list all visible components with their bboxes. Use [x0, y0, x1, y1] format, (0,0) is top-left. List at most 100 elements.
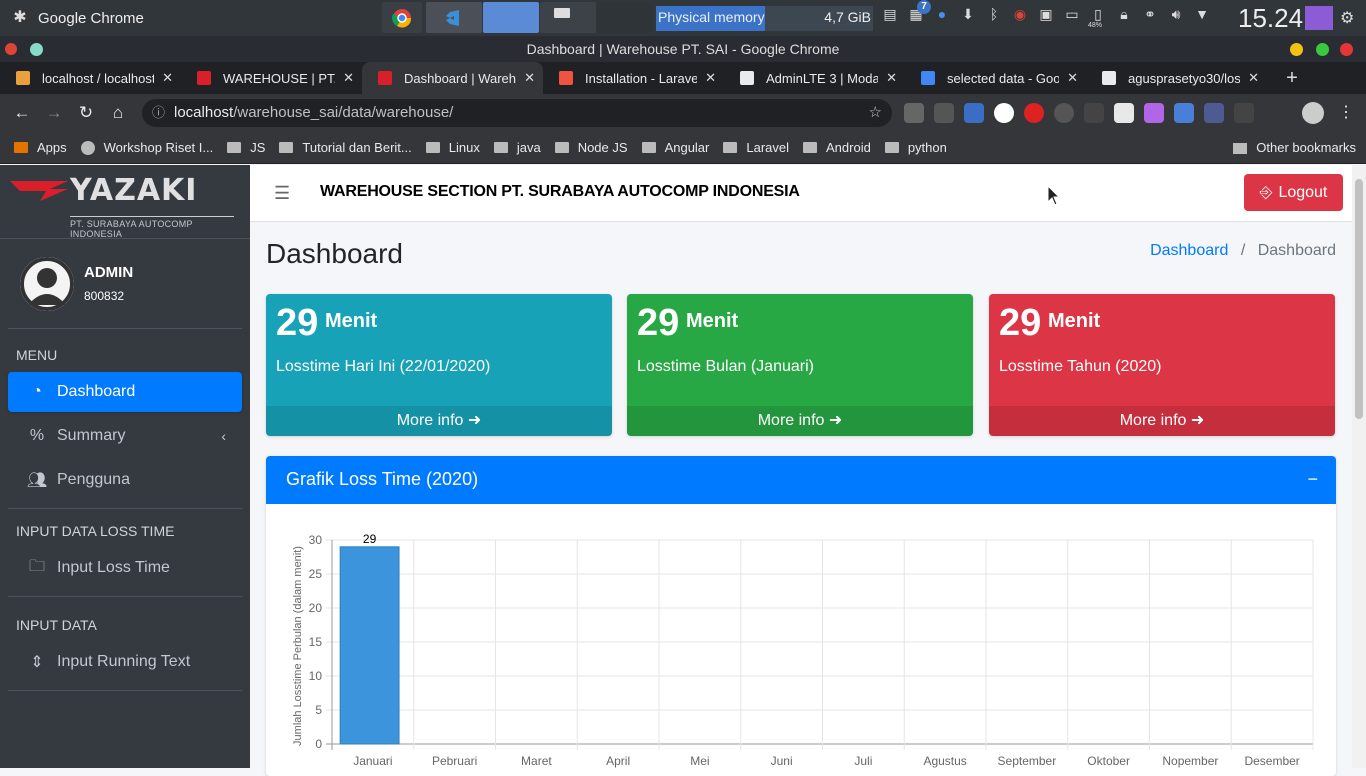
- link-icon[interactable]: ⚭: [1140, 4, 1160, 24]
- bookmark-folder[interactable]: Workshop Riset I...: [80, 140, 213, 155]
- clipboard-icon[interactable]: ▤: [880, 4, 900, 24]
- collapse-minus-icon[interactable]: −: [1307, 456, 1318, 502]
- bookmark-folder[interactable]: Linux: [425, 140, 480, 155]
- battery-icon[interactable]: ▯ 48%: [1088, 4, 1108, 29]
- reload-icon[interactable]: ↻: [70, 103, 102, 123]
- page-scrollbar[interactable]: [1352, 165, 1366, 768]
- sidebar-item-pengguna[interactable]: 👥︎ Pengguna: [8, 460, 242, 500]
- tab-close-icon[interactable]: ✕: [162, 70, 173, 86]
- display-icon[interactable]: ▭: [1062, 4, 1082, 24]
- address-bar[interactable]: ⓘ localhost/warehouse_sai/data/warehouse…: [142, 99, 892, 127]
- box-unit: Menit: [1048, 310, 1101, 332]
- chrome-tray-icon[interactable]: ◉: [1010, 4, 1030, 24]
- new-tab-button[interactable]: +: [1277, 62, 1307, 94]
- more-info-link[interactable]: More info ➜: [266, 406, 612, 436]
- arrows-extension-icon[interactable]: [1234, 103, 1254, 123]
- vscode-task-icon[interactable]: [426, 2, 482, 33]
- tab-close-icon[interactable]: ✕: [705, 70, 716, 86]
- notifications-icon[interactable]: ▦ 7: [906, 0, 931, 24]
- sidebar-item-label: Input Loss Time: [57, 559, 170, 576]
- formula-extension-icon[interactable]: [1084, 103, 1104, 123]
- browser-tab[interactable]: localhost / localhost ✕: [0, 62, 181, 94]
- json-extension-icon[interactable]: [994, 103, 1014, 123]
- forward-icon[interactable]: →: [38, 103, 70, 123]
- window-pin-button[interactable]: [30, 43, 43, 56]
- sidebar-item-dashboard[interactable]: ◔ Dashboard: [8, 372, 242, 412]
- chrome-menu-icon[interactable]: ⋮: [1338, 102, 1354, 122]
- window-title-bar: Dashboard | Warehouse PT. SAI - Google C…: [0, 36, 1366, 62]
- logout-label: Logout: [1278, 183, 1328, 201]
- browser-tab[interactable]: selected data - Google ✕: [905, 62, 1086, 94]
- profile-avatar[interactable]: [1302, 102, 1324, 124]
- system-tray: ▤ ▦ 7 ● ⬇ ᛒ ◉ ▣ ▭ ▯ 48% 🔒︎ ⚭ 🔊︎ ▼: [880, 0, 1212, 29]
- bookmark-folder[interactable]: Tutorial dan Berit...: [279, 140, 412, 155]
- bookmark-folder[interactable]: java: [493, 140, 541, 155]
- sidebar-item-input-running-text[interactable]: ⇕ Input Running Text: [8, 642, 242, 682]
- tab-close-icon[interactable]: ✕: [524, 70, 535, 86]
- bookmarks-bar: Apps Workshop Riset I... JS Tutorial dan Be…: [0, 132, 1366, 164]
- bluetooth-icon[interactable]: ᛒ: [984, 4, 1004, 24]
- volume-icon[interactable]: 🔊︎: [1166, 4, 1186, 24]
- tab-close-icon[interactable]: ✕: [1067, 70, 1078, 86]
- bookmark-folder[interactable]: Android: [803, 140, 871, 155]
- hamburger-menu-icon[interactable]: ☰: [274, 183, 290, 204]
- close-window-button[interactable]: [1340, 43, 1353, 56]
- bookmark-folder[interactable]: python: [884, 140, 947, 155]
- cc-extension-icon[interactable]: [1054, 103, 1074, 123]
- tab-close-icon[interactable]: ✕: [886, 70, 897, 86]
- colorpick-extension-icon[interactable]: [1144, 103, 1164, 123]
- back-icon[interactable]: ←: [6, 103, 38, 123]
- more-info-link[interactable]: More info ➜: [989, 406, 1335, 436]
- sidebar-item-input-loss-time[interactable]: 🗀︎ Input Loss Time: [8, 548, 242, 588]
- browser-tab[interactable]: Dashboard | Warehouse ✕: [362, 62, 543, 94]
- lock-icon[interactable]: 🔒︎: [1114, 4, 1134, 24]
- browser-tab[interactable]: WAREHOUSE | PT. SAI ✕: [181, 62, 362, 94]
- breadcrumb-link-dashboard[interactable]: Dashboard: [1150, 242, 1228, 259]
- desktop-pager-2[interactable]: [540, 2, 596, 33]
- adblock-extension-icon[interactable]: [1024, 103, 1044, 123]
- download-icon[interactable]: ⬇: [958, 4, 978, 24]
- browser-tab[interactable]: agusprasetyo30/loss ✕: [1086, 62, 1267, 94]
- show-desktop-button[interactable]: [1305, 6, 1333, 30]
- screenshot-icon[interactable]: ▣: [1036, 4, 1056, 24]
- logout-button[interactable]: ⎆ Logout: [1244, 174, 1343, 211]
- browser-tab[interactable]: AdminLTE 3 | Modals ✕: [724, 62, 905, 94]
- settings-gear-icon[interactable]: ⚙: [1340, 8, 1354, 28]
- php-extension-icon[interactable]: [1204, 103, 1224, 123]
- chrome-task-icon[interactable]: [382, 2, 422, 33]
- minimize-button[interactable]: [1290, 43, 1303, 56]
- window-extension-icon[interactable]: [1174, 103, 1194, 123]
- chart-card-header: Grafik Loss Time (2020) −: [266, 456, 1336, 504]
- bookmark-folder[interactable]: Angular: [641, 140, 710, 155]
- desktop-pager-1[interactable]: [483, 2, 539, 33]
- desktop-pager-3[interactable]: [597, 2, 653, 33]
- brand-logo[interactable]: YAZAKI PT. SURABAYA AUTOCOMP INDONESIA: [0, 165, 250, 239]
- user-panel[interactable]: ADMIN 800832: [8, 239, 242, 329]
- pocket-extension-icon[interactable]: [964, 103, 984, 123]
- tray-expand-icon[interactable]: ▼: [1192, 4, 1212, 24]
- tab-close-icon[interactable]: ✕: [343, 70, 354, 86]
- kde-launcher-icon[interactable]: ✱: [10, 8, 30, 28]
- sidebar-item-summary[interactable]: % Summary ‹: [8, 416, 242, 456]
- other-bookmarks[interactable]: Other bookmarks: [1233, 132, 1356, 164]
- pen-extension-icon[interactable]: [934, 103, 954, 123]
- maximize-button[interactable]: [1316, 43, 1329, 56]
- bookmark-label: Angular: [664, 140, 710, 155]
- browser-tab[interactable]: Installation - Laravel ✕: [543, 62, 724, 94]
- camera-extension-icon[interactable]: [904, 103, 924, 123]
- calendar-extension-icon[interactable]: [1114, 103, 1134, 123]
- memory-monitor[interactable]: Physical memory 4,7 GiB: [656, 6, 873, 31]
- scrollbar-thumb[interactable]: [1355, 179, 1363, 419]
- alert-icon[interactable]: ●: [932, 4, 952, 24]
- clock[interactable]: 15.24: [1238, 3, 1303, 34]
- tab-close-icon[interactable]: ✕: [1248, 70, 1259, 86]
- bookmark-apps[interactable]: Apps: [14, 140, 67, 155]
- bookmark-folder[interactable]: Laravel: [723, 140, 789, 155]
- bookmark-folder[interactable]: Node JS: [554, 140, 628, 155]
- bookmark-folder[interactable]: JS: [227, 140, 265, 155]
- home-icon[interactable]: ⌂: [102, 103, 134, 123]
- bookmark-star-icon[interactable]: ☆: [869, 99, 882, 127]
- chevron-left-icon: ‹: [221, 428, 226, 444]
- more-info-link[interactable]: More info ➜: [627, 406, 973, 436]
- site-info-icon[interactable]: ⓘ: [152, 99, 165, 127]
